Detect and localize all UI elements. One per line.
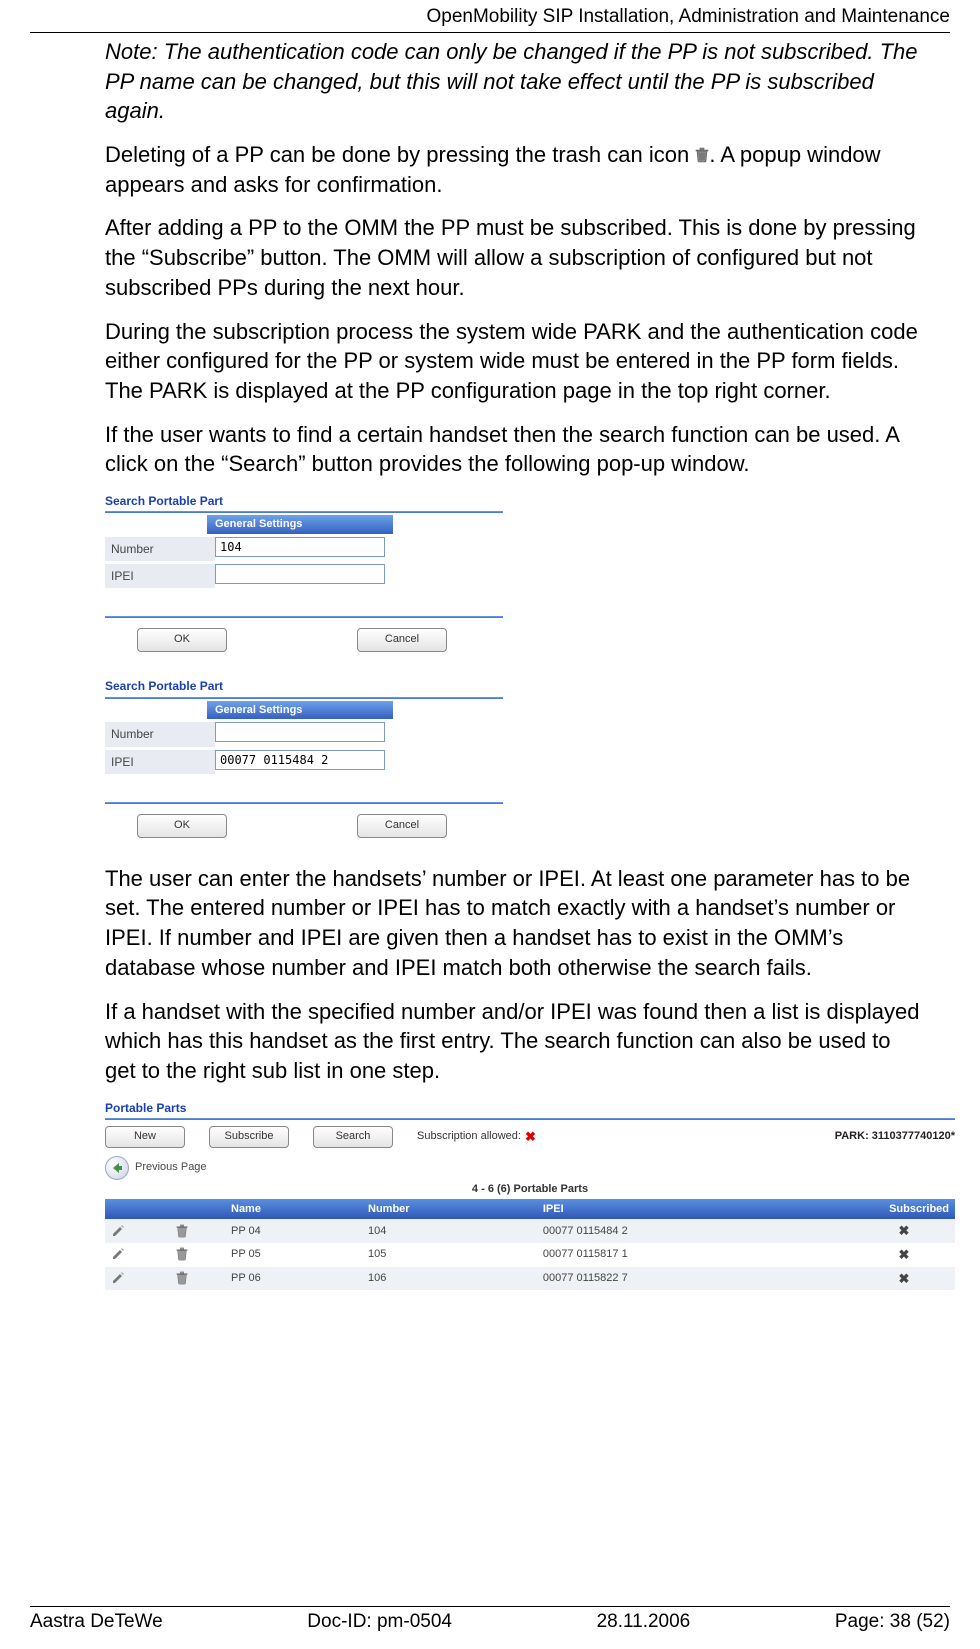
portable-parts-panel: Portable Parts New Subscribe Search Subs…: [105, 1100, 955, 1291]
x-icon: ✖: [525, 1128, 536, 1146]
search-intro-paragraph: If the user wants to find a certain hand…: [105, 420, 925, 479]
number-input[interactable]: [215, 537, 385, 557]
number-label: Number: [105, 722, 215, 746]
divider: [105, 511, 503, 513]
cancel-button[interactable]: Cancel: [357, 814, 447, 838]
footer-docid: Doc-ID: pm-0504: [307, 1611, 452, 1633]
note-paragraph: Note: The authentication code can only b…: [105, 37, 925, 126]
search-popup-1: Search Portable Part General Settings Nu…: [105, 493, 503, 652]
footer-date: 28.11.2006: [597, 1611, 691, 1633]
cell-ipei: 00077 0115822 7: [537, 1267, 853, 1291]
search-button[interactable]: Search: [313, 1126, 393, 1148]
park-label: PARK: 3110377740120*: [835, 1129, 955, 1144]
popup-title: Search Portable Part: [105, 678, 503, 696]
cell-number: 106: [362, 1267, 537, 1291]
page-footer: Aastra DeTeWe Doc-ID: pm-0504 28.11.2006…: [30, 1606, 950, 1633]
number-input[interactable]: [215, 722, 385, 742]
subscription-allowed-label: Subscription allowed:: [417, 1129, 521, 1144]
col-name: Name: [225, 1199, 362, 1220]
table-row: PP 05 105 00077 0115817 1 ✖: [105, 1243, 955, 1267]
trash-icon[interactable]: [175, 1271, 189, 1285]
col-ipei: IPEI: [537, 1199, 853, 1220]
cell-name: PP 04: [225, 1219, 362, 1243]
ok-button[interactable]: OK: [137, 628, 227, 652]
edit-icon[interactable]: [111, 1271, 125, 1285]
cell-number: 105: [362, 1243, 537, 1267]
divider: [105, 1118, 955, 1120]
cell-number: 104: [362, 1219, 537, 1243]
ipei-input[interactable]: [215, 564, 385, 584]
subscribe-paragraph: After adding a PP to the OMM the PP must…: [105, 213, 925, 302]
table-row: PP 04 104 00077 0115484 2 ✖: [105, 1219, 955, 1243]
divider: [105, 697, 503, 699]
col-number: Number: [362, 1199, 537, 1220]
previous-page-icon[interactable]: [105, 1156, 129, 1180]
enter-paragraph: The user can enter the handsets’ number …: [105, 864, 925, 983]
footer-company: Aastra DeTeWe: [30, 1611, 163, 1633]
pp-table: Name Number IPEI Subscribed PP 04 104 00…: [105, 1199, 955, 1290]
cell-ipei: 00077 0115484 2: [537, 1219, 853, 1243]
ipei-label: IPEI: [105, 564, 215, 588]
popup-title: Search Portable Part: [105, 493, 503, 511]
x-icon: ✖: [853, 1219, 955, 1243]
trash-icon[interactable]: [175, 1224, 189, 1238]
cancel-button[interactable]: Cancel: [357, 628, 447, 652]
divider: [105, 616, 503, 618]
x-icon: ✖: [853, 1243, 955, 1267]
subscribe-button[interactable]: Subscribe: [209, 1126, 289, 1148]
col-subscribed: Subscribed: [853, 1199, 955, 1220]
table-row: PP 06 106 00077 0115822 7 ✖: [105, 1267, 955, 1291]
delete-paragraph: Deleting of a PP can be done by pressing…: [105, 140, 925, 199]
trash-icon[interactable]: [175, 1247, 189, 1261]
divider: [105, 802, 503, 804]
cell-name: PP 06: [225, 1267, 362, 1291]
delete-text-a: Deleting of a PP can be done by pressing…: [105, 142, 695, 167]
trash-icon: [695, 147, 709, 163]
cell-ipei: 00077 0115817 1: [537, 1243, 853, 1267]
page-header: OpenMobility SIP Installation, Administr…: [30, 0, 950, 33]
result-count: 4 - 6 (6) Portable Parts: [105, 1182, 955, 1197]
edit-icon[interactable]: [111, 1224, 125, 1238]
edit-icon[interactable]: [111, 1247, 125, 1261]
pp-title: Portable Parts: [105, 1100, 955, 1118]
cell-name: PP 05: [225, 1243, 362, 1267]
park-paragraph: During the subscription process the syst…: [105, 317, 925, 406]
general-settings-header: General Settings: [207, 701, 393, 720]
general-settings-header: General Settings: [207, 515, 393, 534]
number-label: Number: [105, 537, 215, 561]
footer-page: Page: 38 (52): [835, 1611, 950, 1633]
ipei-label: IPEI: [105, 750, 215, 774]
x-icon: ✖: [853, 1267, 955, 1291]
search-popup-2: Search Portable Part General Settings Nu…: [105, 678, 503, 837]
ok-button[interactable]: OK: [137, 814, 227, 838]
ipei-input[interactable]: [215, 750, 385, 770]
new-button[interactable]: New: [105, 1126, 185, 1148]
found-paragraph: If a handset with the specified number a…: [105, 997, 925, 1086]
previous-page-link[interactable]: Previous Page: [135, 1160, 207, 1175]
